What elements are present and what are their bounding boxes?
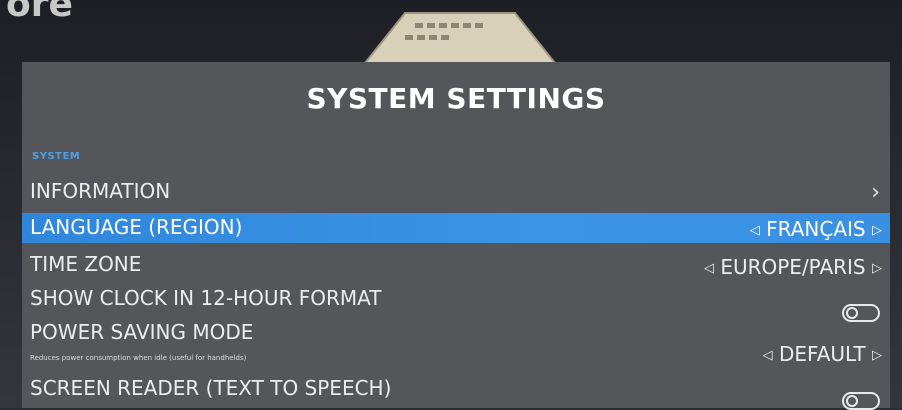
toggle-knob bbox=[846, 395, 858, 407]
menu-item-show-clock-12-hour[interactable]: SHOW CLOCK IN 12-HOUR FORMAT bbox=[22, 284, 890, 322]
power-saving-selector[interactable]: ◁ DEFAULT ▷ bbox=[763, 342, 882, 366]
toggle-knob bbox=[846, 307, 858, 319]
language-selector[interactable]: ◁ FRANÇAIS ▷ bbox=[750, 217, 882, 241]
menu-item-label: INFORMATION bbox=[30, 179, 171, 203]
menu-item-power-saving-mode[interactable]: POWER SAVING MODE Reduces power consumpt… bbox=[22, 320, 890, 366]
section-label-system: SYSTEM bbox=[32, 151, 81, 162]
system-settings-dialog: SYSTEM SETTINGS SYSTEM INFORMATION › LAN… bbox=[22, 62, 890, 410]
time-zone-selector[interactable]: ◁ EUROPE/PARIS ▷ bbox=[704, 255, 882, 279]
keyboard-artwork bbox=[362, 12, 558, 64]
menu-item-label: LANGUAGE (REGION) bbox=[30, 215, 243, 239]
menu-item-label: POWER SAVING MODE bbox=[30, 320, 254, 344]
menu-item-language[interactable]: LANGUAGE (REGION) ◁ FRANÇAIS ▷ bbox=[22, 213, 890, 243]
language-value: FRANÇAIS bbox=[766, 217, 866, 241]
menu-item-screen-reader[interactable]: SCREEN READER (TEXT TO SPEECH) bbox=[22, 372, 890, 410]
menu-item-label: SHOW CLOCK IN 12-HOUR FORMAT bbox=[30, 286, 382, 310]
screen-reader-toggle[interactable] bbox=[842, 392, 880, 410]
time-zone-value: EUROPE/PARIS bbox=[720, 255, 866, 279]
arrow-right-icon[interactable]: ▷ bbox=[872, 348, 882, 363]
arrow-right-icon[interactable]: ▷ bbox=[872, 261, 882, 276]
arrow-left-icon[interactable]: ◁ bbox=[750, 223, 760, 238]
arrow-right-icon[interactable]: ▷ bbox=[872, 223, 882, 238]
menu-item-label: SCREEN READER (TEXT TO SPEECH) bbox=[30, 376, 392, 400]
menu-item-time-zone[interactable]: TIME ZONE ◁ EUROPE/PARIS ▷ bbox=[22, 250, 890, 279]
dialog-title: SYSTEM SETTINGS bbox=[306, 82, 606, 115]
arrow-left-icon[interactable]: ◁ bbox=[763, 348, 773, 363]
arrow-left-icon[interactable]: ◁ bbox=[704, 261, 714, 276]
chevron-right-icon: › bbox=[871, 180, 880, 205]
power-saving-value: DEFAULT bbox=[779, 342, 866, 366]
menu-item-description: Reduces power consumption when idle (use… bbox=[30, 354, 247, 362]
menu-item-information[interactable]: INFORMATION › bbox=[22, 176, 890, 205]
background-title: ore bbox=[6, 0, 73, 25]
menu-item-label: TIME ZONE bbox=[30, 252, 142, 276]
